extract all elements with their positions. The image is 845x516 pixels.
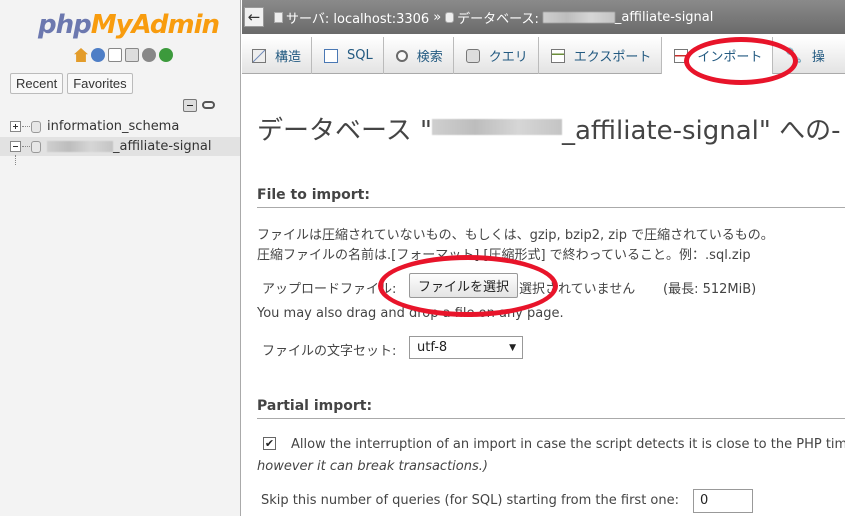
link-with-main-icon[interactable]: [202, 101, 215, 109]
tree-item-affiliate-signal[interactable]: _affiliate-signal: [0, 137, 240, 156]
expand-icon[interactable]: [10, 121, 21, 132]
redacted-db-prefix: [47, 141, 113, 152]
tab-sql[interactable]: SQL: [312, 37, 384, 74]
breadcrumb: ← サーバ: localhost:3306 » データベース: _affilia…: [242, 0, 845, 34]
charset-select[interactable]: utf-8 ▼: [409, 336, 523, 359]
query-icon: [465, 48, 480, 63]
redacted-db-prefix: [542, 11, 615, 23]
dropdown-arrow-icon: ▼: [509, 343, 516, 353]
interrupt-note: however it can break transactions.): [257, 459, 488, 474]
structure-icon: [252, 48, 266, 63]
tab-export[interactable]: エクスポート: [539, 37, 663, 74]
charset-label: ファイルの文字セット:: [262, 344, 397, 359]
server-icon: [274, 11, 283, 23]
sql-docs-icon[interactable]: [125, 48, 139, 62]
allow-interrupt-checkbox[interactable]: ✔: [263, 437, 276, 450]
reload-icon[interactable]: [159, 48, 173, 62]
database-icon: [445, 11, 455, 23]
recent-button[interactable]: Recent: [10, 73, 64, 94]
breadcrumb-database-label: データベース:: [457, 11, 539, 27]
tab-search[interactable]: 検索: [384, 37, 454, 74]
recent-favorites-tabs: Recent Favorites: [10, 73, 133, 94]
sidebar-icon-bar: [74, 48, 173, 62]
docs-icon[interactable]: [108, 48, 122, 62]
breadcrumb-server[interactable]: サーバ: localhost:3306: [286, 8, 429, 27]
breadcrumb-database[interactable]: _affiliate-signal: [615, 10, 713, 25]
tab-label: 構造: [275, 50, 302, 65]
tab-label: クエリ: [488, 50, 528, 65]
max-size-text: (最長: 512MiB): [663, 282, 757, 297]
back-arrow-icon[interactable]: ←: [244, 7, 264, 27]
settings-gear-icon[interactable]: [142, 48, 156, 62]
search-icon: [395, 49, 408, 62]
favorites-button[interactable]: Favorites: [67, 73, 133, 94]
collapse-all-icon[interactable]: [183, 99, 197, 112]
upload-file-label: アップロードファイル:: [262, 282, 397, 297]
partial-import-legend: Partial import:: [257, 398, 373, 414]
annotation-circle-import-tab: [684, 37, 798, 85]
logout-icon[interactable]: [91, 48, 105, 62]
logo-admin-text: MyAdmin: [90, 10, 220, 40]
logo-php-text: php: [38, 10, 92, 40]
skip-queries-label: Skip this number of queries (for SQL) st…: [261, 493, 679, 508]
tree-item-label: information_schema: [47, 119, 180, 134]
home-icon[interactable]: [74, 48, 88, 62]
tab-query[interactable]: クエリ: [454, 37, 539, 74]
tab-label: 検索: [416, 50, 443, 65]
breadcrumb-separator: »: [433, 9, 442, 25]
navigation-sidebar: phpMyAdmin Recent Favorites information_…: [0, 0, 241, 516]
tab-label: エクスポート: [573, 50, 652, 65]
page-title: データベース " _affiliate-signal" への-: [257, 116, 841, 146]
redacted-db-prefix: [431, 119, 562, 135]
export-icon: [550, 48, 565, 63]
annotation-circle-choose-file: [378, 255, 558, 317]
tab-label: 操: [811, 50, 825, 65]
sql-icon: [324, 48, 339, 63]
tab-structure[interactable]: 構造: [242, 37, 313, 74]
phpmyadmin-logo[interactable]: phpMyAdmin: [38, 10, 220, 40]
tree-item-information-schema[interactable]: information_schema: [0, 117, 240, 136]
file-to-import-legend: File to import:: [257, 187, 370, 203]
allow-interrupt-label: Allow the interruption of an import in c…: [291, 437, 845, 452]
database-icon: [31, 120, 41, 133]
skip-queries-input[interactable]: 0: [693, 489, 753, 513]
collapse-icon[interactable]: [10, 141, 21, 152]
tree-item-label: _affiliate-signal: [113, 139, 212, 154]
compression-note: ファイルは圧縮されていないもの、もしくは、gzip, bzip2, zip で圧…: [257, 228, 774, 243]
database-icon: [31, 140, 41, 153]
tab-label: SQL: [347, 48, 373, 63]
